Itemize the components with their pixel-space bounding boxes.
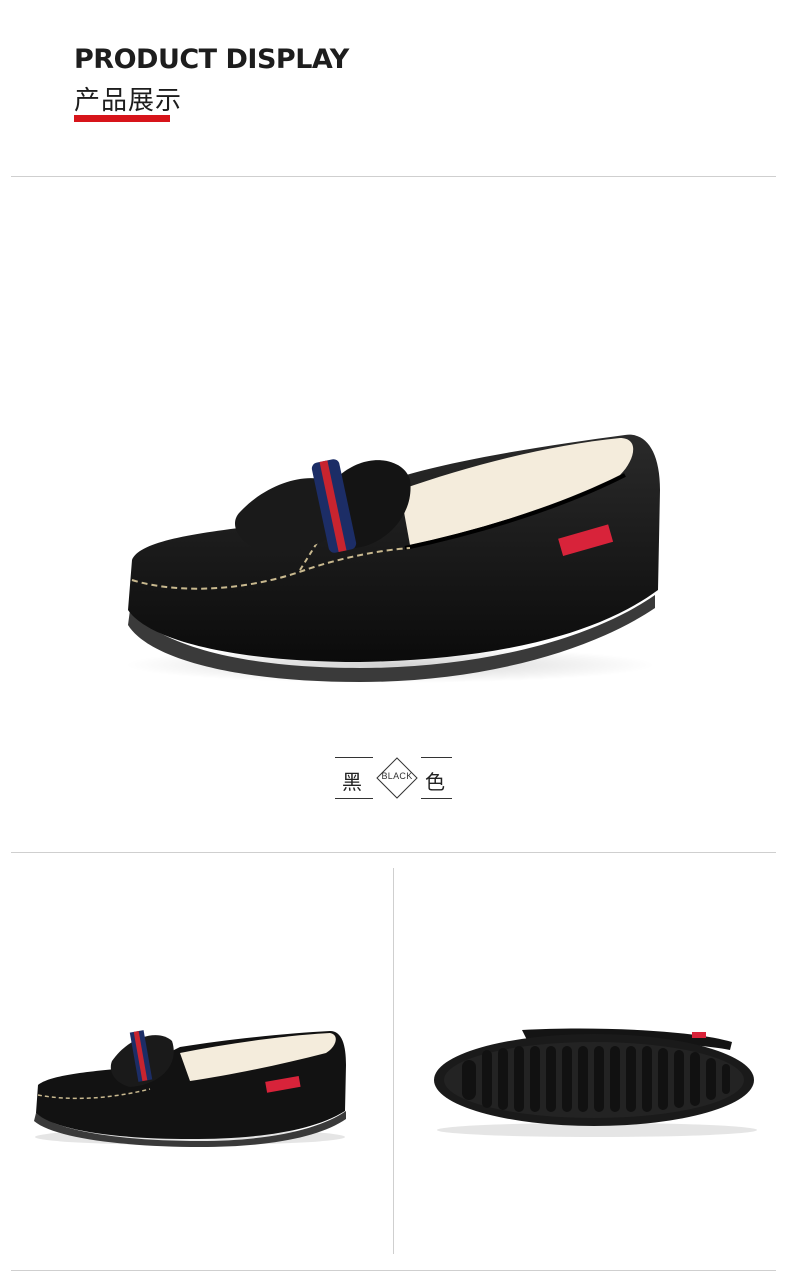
divider-bottom [11, 1270, 776, 1271]
divider-top [11, 176, 776, 177]
main-product-image [120, 420, 665, 690]
divider-middle [11, 852, 776, 853]
color-name-english: BLACK [381, 771, 413, 781]
color-name-char-1: 黑 [342, 770, 362, 794]
label-bottom-line-left [335, 798, 373, 799]
shoe-side-view [125, 434, 660, 683]
color-name-char-2: 色 [425, 770, 445, 794]
sole-view-image [432, 1020, 757, 1140]
shoe-sole-view [434, 1028, 757, 1137]
label-top-line-right [421, 757, 452, 758]
color-variant-label: 黑 BLACK 色 [335, 756, 452, 800]
title-accent-bar [74, 115, 170, 122]
label-bottom-line-right [421, 798, 452, 799]
section-title-en: PRODUCT DISPLAY [74, 44, 349, 75]
label-top-line-left [335, 757, 373, 758]
divider-vertical [393, 868, 394, 1254]
section-title-cn: 产品展示 [74, 86, 183, 116]
shoe-outer-view [34, 1030, 346, 1147]
side-view-image [30, 1025, 350, 1150]
